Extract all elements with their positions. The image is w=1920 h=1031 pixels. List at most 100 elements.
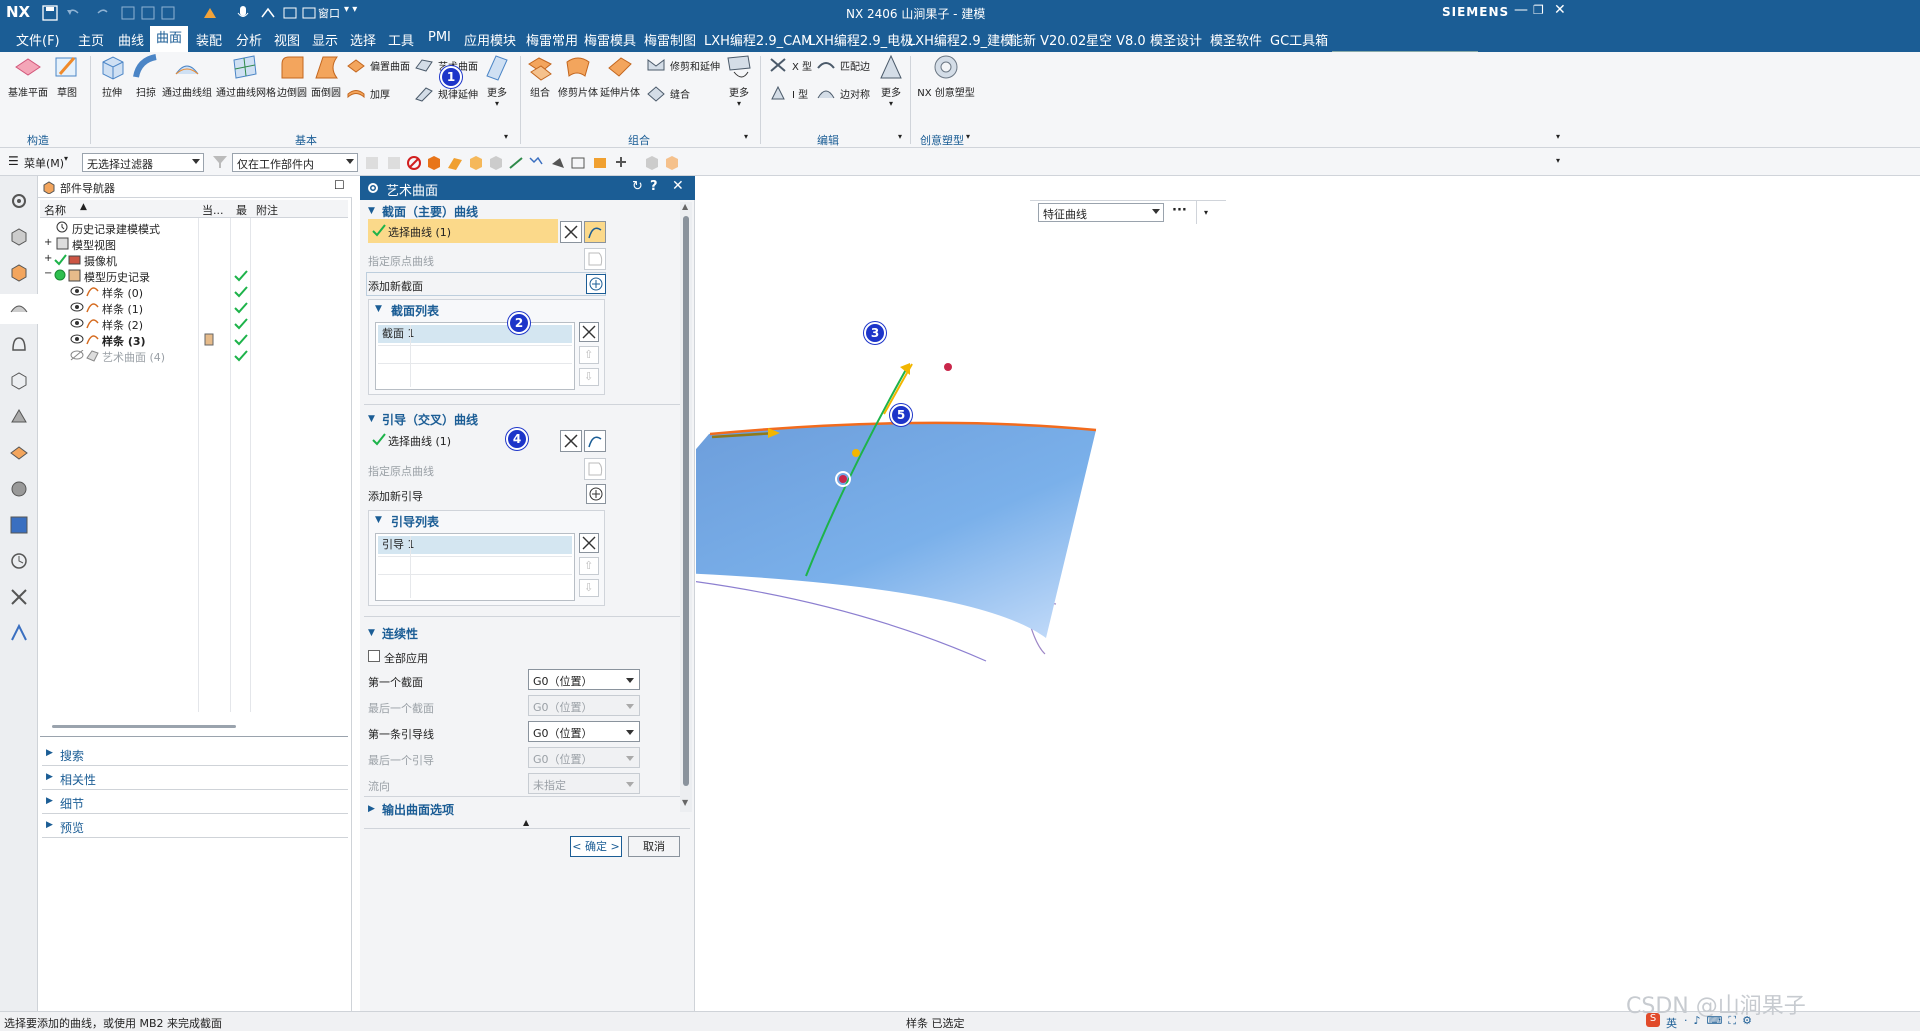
accordion-search[interactable]: ▶ 搜索 — [42, 744, 348, 766]
first-guide-select[interactable]: G0（位置） — [528, 721, 640, 742]
bell-icon[interactable] — [8, 334, 30, 356]
column-current[interactable]: 当... — [202, 202, 224, 218]
sketch-button[interactable]: 草图 — [52, 52, 82, 99]
selection-tools-icons[interactable] — [364, 154, 684, 172]
menu-select[interactable]: 选择 — [350, 30, 376, 49]
expand-icon[interactable]: + — [44, 237, 52, 248]
scroll-up-icon[interactable]: ▲ — [682, 202, 688, 211]
clock-icon[interactable] — [8, 550, 30, 572]
redo-icon[interactable] — [96, 6, 110, 20]
graphics-window[interactable]: 特征曲线 ··· ▾ 3 5 — [696, 176, 1920, 1011]
sweep-button[interactable]: 扫掠 — [130, 52, 162, 99]
ime-tray-icons[interactable]: ·♪⌨⛶⚙ — [1684, 1014, 1758, 1028]
remove-guide-button[interactable] — [579, 533, 599, 553]
guide-curve-rule-button[interactable] — [584, 430, 606, 452]
assembly-navigator-icon[interactable] — [8, 226, 30, 248]
column-notes[interactable]: 附注 — [256, 202, 278, 218]
guide-curves-title[interactable]: 引导（交叉）曲线 — [382, 411, 478, 428]
reset-icon[interactable]: ↻ — [632, 179, 643, 194]
selection-scope-select[interactable]: 仅在工作部件内 — [232, 153, 358, 172]
plugin-icon[interactable] — [8, 622, 30, 644]
add-guide-button[interactable] — [586, 484, 606, 504]
combine-more-button[interactable]: 更多 ▾ — [724, 52, 754, 108]
chevron-down-icon[interactable]: ▼ — [375, 515, 382, 525]
eye-hidden-icon[interactable] — [70, 350, 84, 361]
touch-mode-icon[interactable] — [200, 4, 224, 22]
save-icon[interactable] — [42, 5, 58, 21]
list-item[interactable]: 引导 1 — [378, 536, 572, 554]
offset-surface-button[interactable]: 偏置曲面 — [346, 56, 410, 74]
i-form-button[interactable]: I 型 — [768, 84, 808, 102]
intersection-point[interactable] — [852, 449, 860, 457]
menu-xingkong[interactable]: 星空 V8.0 — [1086, 30, 1146, 49]
group-options-icon[interactable]: ▾ — [898, 132, 902, 141]
menu-curve[interactable]: 曲线 — [118, 30, 144, 49]
nx-realize-shape-button[interactable]: NX 创意塑型 — [916, 52, 976, 99]
guide-origin-button[interactable] — [584, 458, 606, 480]
sort-ascending-icon[interactable]: ▲ — [80, 202, 87, 212]
group-options-icon[interactable]: ▾ — [744, 132, 748, 141]
menu-display[interactable]: 显示 — [312, 30, 338, 49]
menu-home[interactable]: 主页 — [78, 30, 104, 49]
menu-lxh-cam[interactable]: LXH编程2.9_CAM — [704, 30, 812, 49]
move-down-button[interactable]: ⇩ — [579, 368, 599, 386]
menu-button[interactable]: 菜单(M) — [24, 155, 64, 171]
tools-icon[interactable] — [8, 586, 30, 608]
expand-icon[interactable]: + — [44, 253, 52, 264]
ime-language[interactable]: 英 — [1666, 1015, 1677, 1031]
menu-nengxin[interactable]: 能新 V20.02 — [1010, 30, 1086, 49]
chevron-down-icon[interactable]: ▼ — [375, 304, 382, 314]
basic-more-button[interactable]: 更多 ▾ — [482, 52, 512, 108]
horizontal-scrollbar[interactable] — [52, 725, 236, 728]
cancel-button[interactable]: 取消 — [628, 836, 680, 857]
surface-scene[interactable] — [696, 176, 1920, 1011]
minimize-icon[interactable]: — — [1514, 2, 1528, 18]
through-curve-mesh-button[interactable]: 通过曲线网格 — [216, 52, 276, 99]
part-navigator-icon[interactable] — [8, 262, 30, 284]
help-icon[interactable]: ? — [650, 179, 658, 194]
undo-icon[interactable] — [66, 6, 80, 20]
output-options-title[interactable]: 输出曲面选项 — [382, 801, 454, 818]
cube-icon[interactable] — [8, 370, 30, 392]
edge-symmetry-button[interactable]: 边对称 — [816, 84, 870, 102]
system-scene-icon[interactable] — [8, 442, 30, 464]
apply-all-checkbox[interactable] — [368, 650, 380, 662]
list-item[interactable]: 截面 1 — [378, 325, 572, 343]
group-options-icon[interactable]: ▾ — [504, 132, 508, 141]
extend-sheet-button[interactable]: 延伸片体 — [600, 52, 640, 99]
menu-lxh-modeling[interactable]: LXH编程2.9_建模 — [908, 30, 1013, 49]
through-curves-button[interactable]: 通过曲线组 — [162, 52, 212, 99]
filter-icon[interactable] — [212, 155, 228, 169]
window-menu-dropdown-icon[interactable]: ▾ ▾ — [344, 4, 357, 15]
section-select-curve-row[interactable]: 选择曲线 (1) — [368, 219, 558, 243]
collapse-icon[interactable]: − — [44, 268, 52, 279]
group-options-icon[interactable]: ▾ — [966, 132, 970, 141]
tree-row[interactable]: 艺术曲面 (4) — [40, 346, 350, 366]
type-filter-select[interactable]: 无选择过滤器 — [82, 153, 204, 172]
thicken-button[interactable]: 加厚 — [346, 84, 390, 102]
close-icon[interactable]: ✕ — [672, 178, 684, 194]
eye-icon[interactable] — [70, 318, 84, 329]
accordion-dependencies[interactable]: ▶ 相关性 — [42, 768, 348, 790]
remove-section-button[interactable] — [579, 322, 599, 342]
curve-rule-button[interactable] — [584, 221, 606, 243]
match-edge-button[interactable]: 匹配边 — [816, 56, 870, 74]
edge-blend-button[interactable]: 边倒圆 — [276, 52, 308, 99]
menu-meilei-common[interactable]: 梅雷常用 — [526, 30, 578, 49]
menu-view[interactable]: 视图 — [274, 30, 300, 49]
ok-button[interactable]: < 确定 > — [570, 836, 622, 857]
menu-applications[interactable]: 应用模块 — [464, 30, 516, 49]
move-down-button[interactable]: ⇩ — [579, 579, 599, 597]
scroll-down-icon[interactable]: ▼ — [682, 798, 688, 807]
maximize-icon[interactable]: ☐ — [334, 178, 345, 192]
menu-mosheng-software[interactable]: 模圣软件 — [1210, 30, 1262, 49]
close-icon[interactable]: ✕ — [1554, 2, 1566, 18]
extrude-button[interactable]: 拉伸 — [96, 52, 128, 99]
datum-plane-button[interactable]: 基准平面 — [8, 52, 48, 99]
menu-mosheng-design[interactable]: 模圣设计 — [1150, 30, 1202, 49]
column-latest[interactable]: 最 — [236, 202, 247, 218]
remove-guide-selection-button[interactable] — [560, 430, 582, 452]
ribbon-options-dropdown-icon[interactable]: ▾ — [1556, 132, 1560, 141]
reuse-library-icon[interactable] — [8, 298, 30, 320]
section-list-title[interactable]: 截面列表 — [391, 302, 439, 319]
